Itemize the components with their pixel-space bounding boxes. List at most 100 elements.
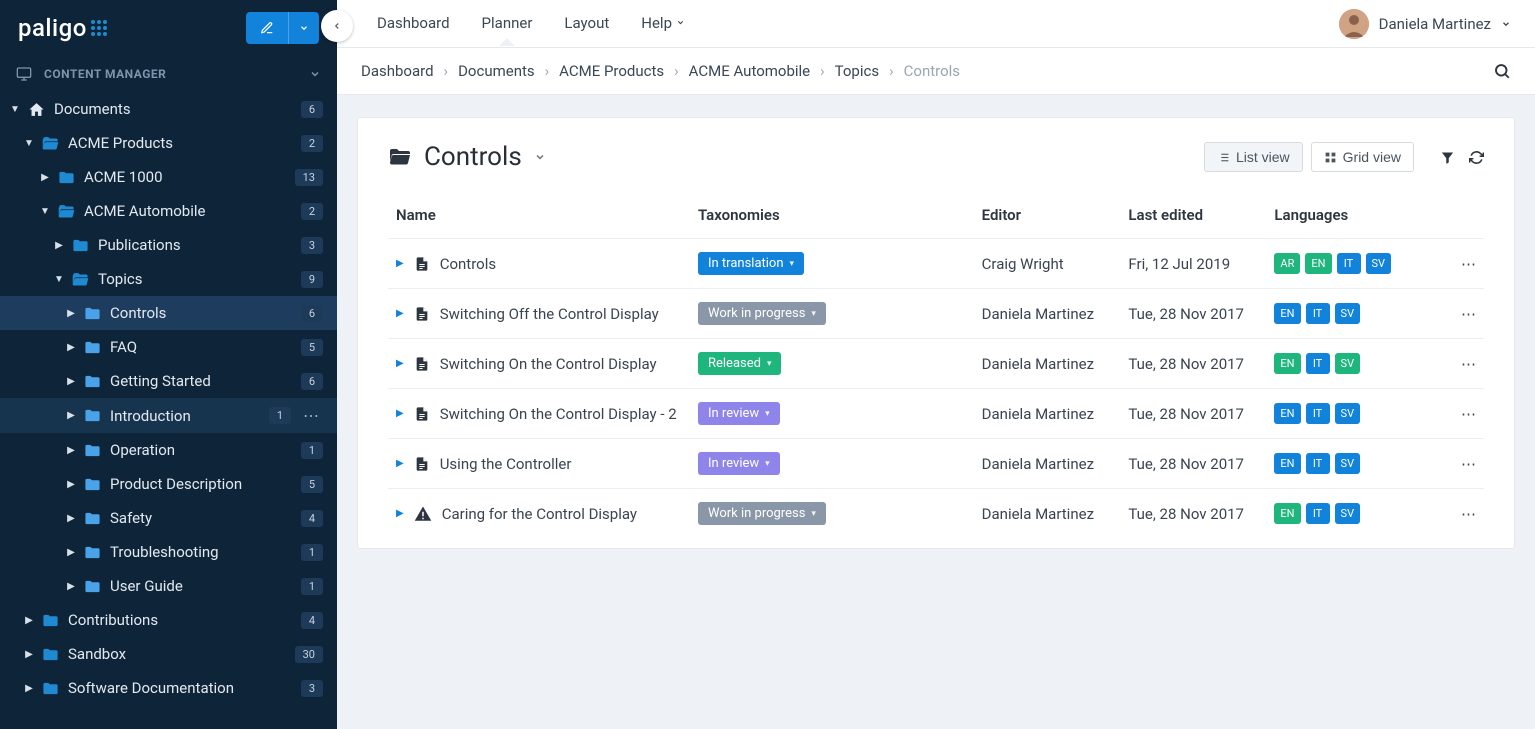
lang-tag[interactable]: IT [1306,303,1330,324]
tree-item[interactable]: ▼ACME Products2 [0,126,337,160]
refresh-icon[interactable] [1469,150,1484,165]
tree-item[interactable]: ▶Software Documentation3 [0,671,337,705]
tree-item[interactable]: ▶Publications3 [0,228,337,262]
user-menu[interactable]: Daniela Martinez [1339,9,1511,39]
expand-icon[interactable]: ▶ [66,376,76,387]
lang-tag[interactable]: SV [1335,503,1361,524]
expand-row-icon[interactable]: ▶ [396,458,404,469]
lang-tag[interactable]: EN [1274,353,1300,374]
lang-tag[interactable]: IT [1337,253,1361,274]
status-tag[interactable]: Released▾ [698,352,782,375]
status-tag[interactable]: In translation▾ [698,252,804,275]
tree-item[interactable]: ▶Controls6 [0,296,337,330]
lang-tag[interactable]: SV [1335,353,1361,374]
nav-item[interactable]: Planner [466,0,549,47]
table-row[interactable]: ▶ControlsIn translation▾Craig WrightFri,… [388,239,1484,289]
filter-icon[interactable] [1440,150,1455,165]
column-header[interactable]: Name [388,196,690,239]
expand-icon[interactable]: ▶ [54,240,64,251]
column-header[interactable]: Taxonomies [690,196,974,239]
status-tag[interactable]: In review▾ [698,452,780,475]
table-row[interactable]: ▶Caring for the Control DisplayWork in p… [388,489,1484,539]
tree-item[interactable]: ▶Contributions4 [0,603,337,637]
collapse-sidebar-button[interactable] [321,10,353,42]
tree-item[interactable]: ▼ACME Automobile2 [0,194,337,228]
tree-item[interactable]: ▶FAQ5 [0,330,337,364]
tree-item[interactable]: ▶ACME 100013 [0,160,337,194]
lang-tag[interactable]: EN [1274,403,1300,424]
expand-icon[interactable]: ▶ [24,615,34,626]
status-tag[interactable]: Work in progress▾ [698,502,826,525]
lang-tag[interactable]: EN [1274,453,1300,474]
expand-row-icon[interactable]: ▶ [396,408,404,419]
breadcrumb-item[interactable]: Documents [458,62,535,80]
logo[interactable]: paligo [18,14,107,42]
row-actions-button[interactable]: ⋯ [1425,489,1484,539]
lang-tag[interactable]: SV [1335,303,1361,324]
expand-icon[interactable]: ▶ [66,547,76,558]
expand-icon[interactable]: ▶ [66,308,76,319]
expand-icon[interactable]: ▶ [66,513,76,524]
expand-icon[interactable]: ▶ [66,342,76,353]
nav-item[interactable]: Layout [548,0,625,47]
tree-item[interactable]: ▶Safety4 [0,501,337,535]
breadcrumb-item[interactable]: Topics [835,62,879,80]
grid-view-button[interactable]: Grid view [1311,142,1414,172]
status-tag[interactable]: Work in progress▾ [698,302,826,325]
expand-row-icon[interactable]: ▶ [396,258,404,269]
breadcrumb-item[interactable]: ACME Products [559,62,664,80]
chevron-down-icon[interactable] [534,151,546,163]
row-actions-button[interactable]: ⋯ [1425,389,1484,439]
tree-item[interactable]: ▶Product Description5 [0,467,337,501]
tree-item[interactable]: ▶Operation1 [0,433,337,467]
table-row[interactable]: ▶Switching On the Control DisplayRelease… [388,339,1484,389]
tree-item[interactable]: ▼Documents6 [0,92,337,126]
status-tag[interactable]: In review▾ [698,402,780,425]
tree-item[interactable]: ▶Introduction1⋯ [0,398,337,433]
sidebar-section-header[interactable]: CONTENT MANAGER [0,56,337,92]
expand-icon[interactable]: ▶ [66,581,76,592]
expand-icon[interactable]: ▶ [24,683,34,694]
table-row[interactable]: ▶Switching Off the Control DisplayWork i… [388,289,1484,339]
expand-icon[interactable]: ▼ [54,274,64,285]
expand-icon[interactable]: ▼ [10,104,20,115]
lang-tag[interactable]: EN [1274,503,1300,524]
nav-item[interactable]: Help [625,0,701,47]
tree-item[interactable]: ▼Topics9 [0,262,337,296]
expand-row-icon[interactable]: ▶ [396,508,404,519]
more-icon[interactable]: ⋯ [299,406,323,425]
lang-tag[interactable]: IT [1306,503,1330,524]
column-header[interactable]: Last edited [1120,196,1266,239]
row-actions-button[interactable]: ⋯ [1425,439,1484,489]
breadcrumb-item[interactable]: ACME Automobile [689,62,810,80]
tree-item[interactable]: ▶Getting Started6 [0,364,337,398]
lang-tag[interactable]: IT [1306,453,1330,474]
expand-icon[interactable]: ▶ [24,649,34,660]
expand-icon[interactable]: ▶ [66,479,76,490]
list-view-button[interactable]: List view [1204,142,1303,172]
column-header[interactable]: Languages [1266,196,1425,239]
lang-tag[interactable]: EN [1305,253,1331,274]
expand-icon[interactable]: ▶ [66,445,76,456]
row-actions-button[interactable]: ⋯ [1425,339,1484,389]
expand-icon[interactable]: ▶ [66,410,76,421]
tree-item[interactable]: ▶Troubleshooting1 [0,535,337,569]
expand-row-icon[interactable]: ▶ [396,308,404,319]
expand-row-icon[interactable]: ▶ [396,358,404,369]
expand-icon[interactable]: ▶ [40,172,50,183]
lang-tag[interactable]: SV [1335,403,1361,424]
search-icon[interactable] [1493,62,1511,80]
table-row[interactable]: ▶Switching On the Control Display - 2In … [388,389,1484,439]
lang-tag[interactable]: EN [1274,303,1300,324]
row-actions-button[interactable]: ⋯ [1425,239,1484,289]
tree-item[interactable]: ▶User Guide1 [0,569,337,603]
lang-tag[interactable]: AR [1274,253,1300,274]
expand-icon[interactable]: ▼ [40,206,50,217]
lang-tag[interactable]: SV [1366,253,1392,274]
row-actions-button[interactable]: ⋯ [1425,289,1484,339]
new-button[interactable] [246,12,319,44]
tree-item[interactable]: ▶Sandbox30 [0,637,337,671]
lang-tag[interactable]: SV [1335,453,1361,474]
lang-tag[interactable]: IT [1306,403,1330,424]
table-row[interactable]: ▶Using the ControllerIn review▾Daniela M… [388,439,1484,489]
